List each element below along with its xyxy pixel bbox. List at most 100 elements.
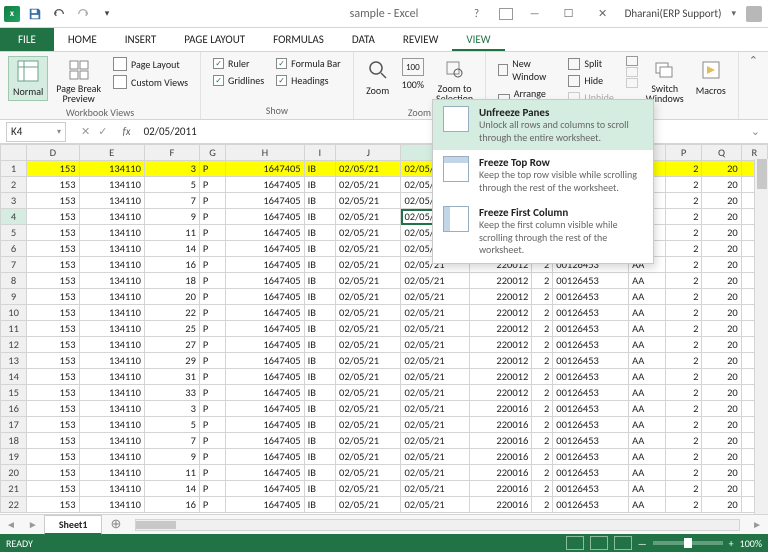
cell-H12[interactable]: 1647405 (226, 337, 305, 353)
cell-O20[interactable]: AA (629, 465, 666, 481)
cell-M21[interactable]: 2 (532, 481, 553, 497)
user-dropdown-icon[interactable]: ▾ (731, 8, 736, 19)
cell-G18[interactable]: P (199, 433, 225, 449)
row-header-11[interactable]: 11 (1, 321, 27, 337)
cell-G9[interactable]: P (199, 289, 225, 305)
cell-E1[interactable]: 134110 (79, 161, 144, 177)
cell-O14[interactable]: AA (629, 369, 666, 385)
cell-P15[interactable]: 2 (665, 385, 702, 401)
cell-J14[interactable]: 02/05/21 (336, 369, 401, 385)
cell-I20[interactable]: IB (304, 465, 335, 481)
cell-P12[interactable]: 2 (665, 337, 702, 353)
cell-O17[interactable]: AA (629, 417, 666, 433)
cell-I7[interactable]: IB (304, 257, 335, 273)
zoom-100-button[interactable]: 100100% (398, 56, 428, 93)
cell-P9[interactable]: 2 (665, 289, 702, 305)
cell-D8[interactable]: 153 (27, 273, 79, 289)
pagebreak-view-icon[interactable] (614, 536, 632, 550)
cell-M9[interactable]: 2 (532, 289, 553, 305)
col-header-D[interactable]: D (27, 145, 79, 161)
cancel-formula-icon[interactable]: ✕ (78, 125, 93, 138)
cell-L10[interactable]: 220012 (469, 305, 532, 321)
cell-J22[interactable]: 02/05/21 (336, 497, 401, 513)
cell-M12[interactable]: 2 (532, 337, 553, 353)
cell-G10[interactable]: P (199, 305, 225, 321)
ruler-checkbox[interactable]: ✓Ruler (209, 56, 268, 71)
cell-D1[interactable]: 153 (27, 161, 79, 177)
cell-I16[interactable]: IB (304, 401, 335, 417)
cell-L17[interactable]: 220016 (469, 417, 532, 433)
cell-G11[interactable]: P (199, 321, 225, 337)
cell-F8[interactable]: 18 (144, 273, 199, 289)
cell-K21[interactable]: 02/05/21 (401, 481, 469, 497)
row-header-4[interactable]: 4 (1, 209, 27, 225)
cell-N22[interactable]: 00126453 (553, 497, 629, 513)
cell-J16[interactable]: 02/05/21 (336, 401, 401, 417)
cell-G8[interactable]: P (199, 273, 225, 289)
cell-H4[interactable]: 1647405 (226, 209, 305, 225)
enter-formula-icon[interactable]: ✓ (95, 125, 110, 138)
cell-E2[interactable]: 134110 (79, 177, 144, 193)
cell-J17[interactable]: 02/05/21 (336, 417, 401, 433)
cell-N20[interactable]: 00126453 (553, 465, 629, 481)
row-header-13[interactable]: 13 (1, 353, 27, 369)
cell-G5[interactable]: P (199, 225, 225, 241)
tab-review[interactable]: REVIEW (389, 28, 453, 51)
cell-G17[interactable]: P (199, 417, 225, 433)
cell-N13[interactable]: 00126453 (553, 353, 629, 369)
cell-L15[interactable]: 220012 (469, 385, 532, 401)
cell-D18[interactable]: 153 (27, 433, 79, 449)
cell-K16[interactable]: 02/05/21 (401, 401, 469, 417)
cell-D11[interactable]: 153 (27, 321, 79, 337)
cell-Q14[interactable]: 20 (702, 369, 741, 385)
cell-G14[interactable]: P (199, 369, 225, 385)
sheet-nav-next-icon[interactable]: ► (22, 518, 44, 531)
cell-I12[interactable]: IB (304, 337, 335, 353)
cell-G7[interactable]: P (199, 257, 225, 273)
cell-F1[interactable]: 3 (144, 161, 199, 177)
cell-M11[interactable]: 2 (532, 321, 553, 337)
cell-I9[interactable]: IB (304, 289, 335, 305)
cell-F20[interactable]: 11 (144, 465, 199, 481)
ribbon-display-icon[interactable] (499, 8, 513, 20)
zoom-button[interactable]: Zoom (362, 56, 394, 99)
cell-E8[interactable]: 134110 (79, 273, 144, 289)
sheet-tab-1[interactable]: Sheet1 (44, 515, 103, 535)
cell-Q13[interactable]: 20 (702, 353, 741, 369)
cell-F19[interactable]: 9 (144, 449, 199, 465)
cell-I15[interactable]: IB (304, 385, 335, 401)
sync-scroll-icon[interactable] (626, 67, 638, 77)
cell-Q12[interactable]: 20 (702, 337, 741, 353)
col-header-J[interactable]: J (336, 145, 401, 161)
cell-M16[interactable]: 2 (532, 401, 553, 417)
row-header-2[interactable]: 2 (1, 177, 27, 193)
cell-N15[interactable]: 00126453 (553, 385, 629, 401)
cell-E4[interactable]: 134110 (79, 209, 144, 225)
row-header-19[interactable]: 19 (1, 449, 27, 465)
cell-I22[interactable]: IB (304, 497, 335, 513)
cell-P1[interactable]: 2 (665, 161, 702, 177)
cell-P8[interactable]: 2 (665, 273, 702, 289)
cell-J10[interactable]: 02/05/21 (336, 305, 401, 321)
cell-O19[interactable]: AA (629, 449, 666, 465)
tab-data[interactable]: DATA (338, 28, 389, 51)
cell-G13[interactable]: P (199, 353, 225, 369)
cell-P17[interactable]: 2 (665, 417, 702, 433)
row-header-16[interactable]: 16 (1, 401, 27, 417)
cell-J19[interactable]: 02/05/21 (336, 449, 401, 465)
custom-views-button[interactable]: Custom Views (109, 74, 192, 90)
cell-N10[interactable]: 00126453 (553, 305, 629, 321)
redo-icon[interactable] (74, 5, 92, 23)
zoom-slider[interactable] (653, 541, 723, 545)
cell-I2[interactable]: IB (304, 177, 335, 193)
hscroll-right-icon[interactable]: ► (746, 518, 768, 531)
cell-J2[interactable]: 02/05/21 (336, 177, 401, 193)
cell-G1[interactable]: P (199, 161, 225, 177)
cell-H1[interactable]: 1647405 (226, 161, 305, 177)
zoom-level[interactable]: 100% (740, 537, 762, 550)
row-header-6[interactable]: 6 (1, 241, 27, 257)
cell-H5[interactable]: 1647405 (226, 225, 305, 241)
cell-Q5[interactable]: 20 (702, 225, 741, 241)
row-header-21[interactable]: 21 (1, 481, 27, 497)
namebox-dropdown-icon[interactable]: ▾ (57, 127, 61, 137)
